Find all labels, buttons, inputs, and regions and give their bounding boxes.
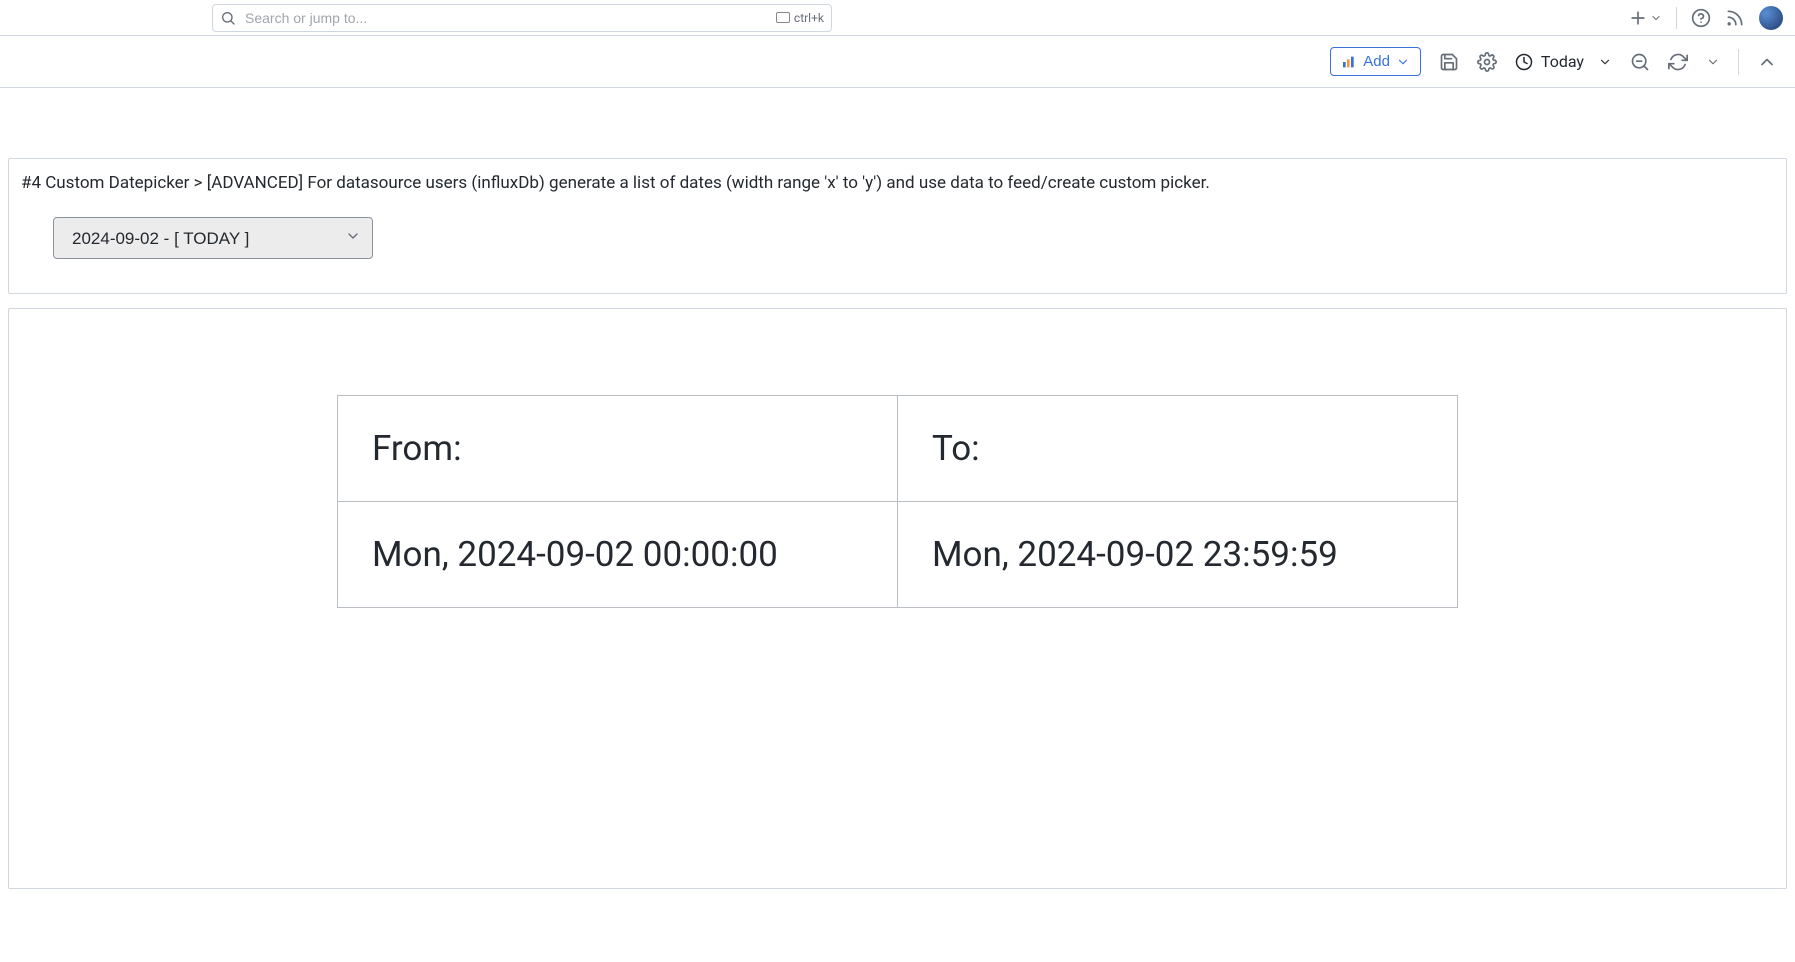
plus-icon [1628, 8, 1648, 28]
table-panel: From: To: Mon, 2024-09-02 00:00:00 Mon, … [8, 308, 1787, 889]
avatar[interactable] [1759, 6, 1783, 30]
panel-title: #4 Custom Datepicker > [ADVANCED] For da… [21, 173, 1774, 193]
chevron-down-icon [1650, 8, 1662, 28]
chevron-down-icon [1598, 55, 1612, 69]
search-input[interactable] [212, 4, 832, 32]
add-label: Add [1363, 53, 1390, 70]
header-to: To: [898, 396, 1458, 502]
search-wrap: ctrl+k [212, 4, 832, 32]
rss-icon[interactable] [1725, 8, 1745, 28]
kbd-text: ctrl+k [794, 11, 824, 25]
date-variable-select[interactable]: 2024-09-02 - [ TODAY ] [53, 217, 373, 259]
refresh-icon[interactable] [1668, 52, 1688, 72]
from-value: Mon, 2024-09-02 00:00:00 [338, 502, 898, 608]
toolbar-divider [1738, 49, 1739, 75]
clock-icon [1515, 53, 1533, 71]
top-header: ctrl+k [0, 0, 1795, 36]
variables-panel: #4 Custom Datepicker > [ADVANCED] For da… [8, 158, 1787, 294]
header-right [1628, 6, 1783, 30]
time-range-label: Today [1541, 52, 1584, 71]
header-from: From: [338, 396, 898, 502]
search-icon [220, 10, 236, 26]
date-select-wrap: 2024-09-02 - [ TODAY ] [21, 217, 373, 259]
table-row: Mon, 2024-09-02 00:00:00 Mon, 2024-09-02… [338, 502, 1458, 608]
zoom-out-icon[interactable] [1630, 52, 1650, 72]
save-icon[interactable] [1439, 52, 1459, 72]
dashboard-content: #4 Custom Datepicker > [ADVANCED] For da… [0, 88, 1795, 897]
header-divider [1676, 7, 1677, 29]
dashboard-toolbar: Add Today [0, 36, 1795, 88]
collapse-icon[interactable] [1757, 52, 1777, 72]
to-value: Mon, 2024-09-02 23:59:59 [898, 502, 1458, 608]
chevron-down-icon [1396, 55, 1410, 69]
help-icon[interactable] [1691, 8, 1711, 28]
date-range-table: From: To: Mon, 2024-09-02 00:00:00 Mon, … [337, 395, 1458, 608]
add-button[interactable]: Add [1330, 47, 1421, 76]
panel-add-icon [1341, 54, 1357, 70]
create-menu[interactable] [1628, 8, 1662, 28]
kbd-hint: ctrl+k [776, 11, 824, 25]
keyboard-icon [776, 12, 790, 23]
refresh-interval-chevron[interactable] [1706, 52, 1720, 72]
table-header-row: From: To: [338, 396, 1458, 502]
settings-icon[interactable] [1477, 52, 1497, 72]
time-range-picker[interactable]: Today [1515, 52, 1612, 71]
